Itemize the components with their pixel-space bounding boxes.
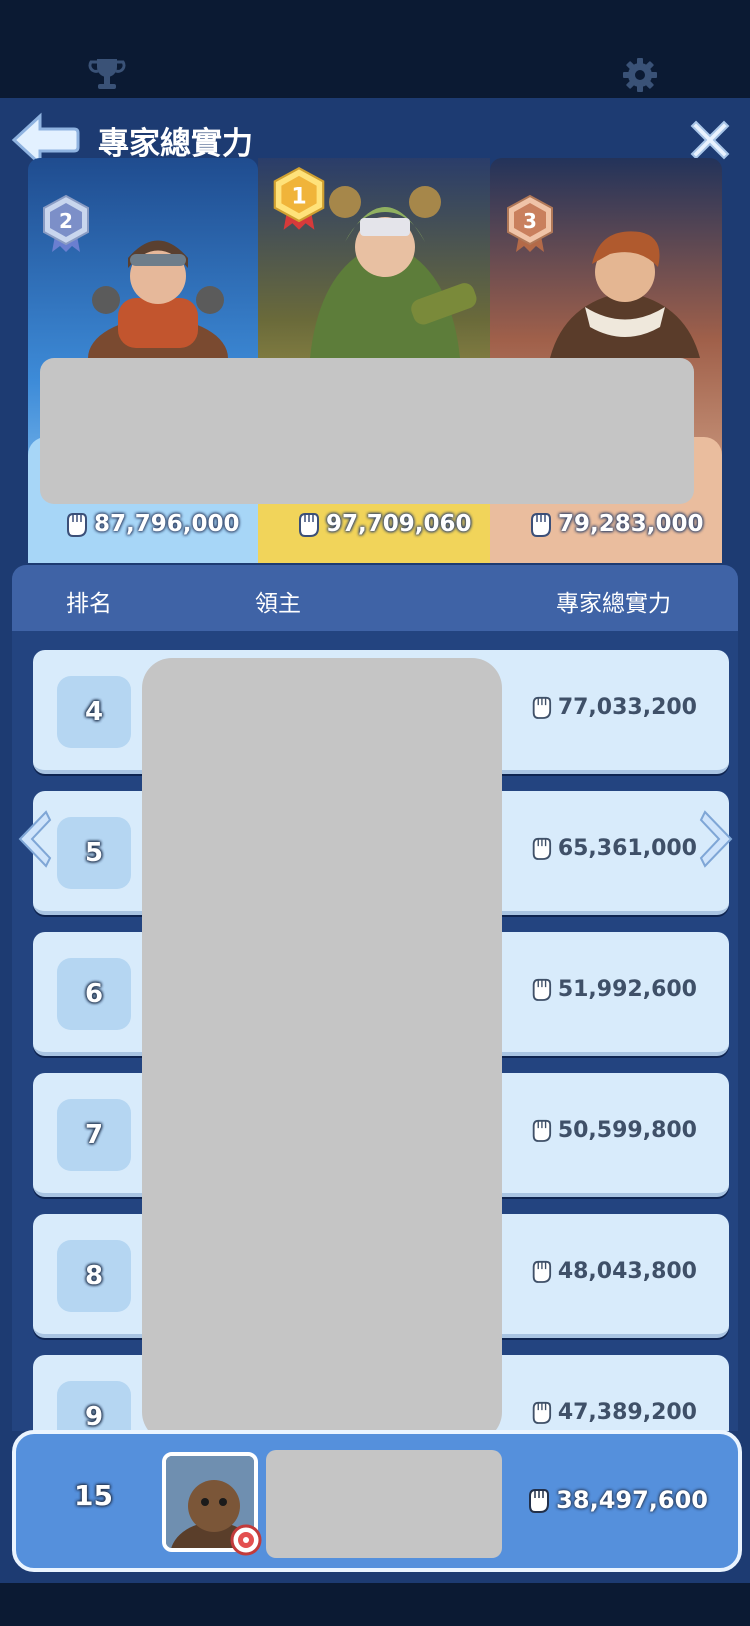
row-score-value: 77,033,200 [557, 694, 697, 720]
podium-first-score-value: 97,709,060 [326, 511, 472, 537]
fist-icon [532, 1401, 551, 1424]
redacted-my-name [266, 1450, 502, 1558]
row-score: 77,033,200 [530, 694, 697, 720]
fist-icon [67, 513, 87, 537]
podium-third-score: 79,283,000 [528, 506, 704, 542]
my-score-value: 38,497,600 [556, 1486, 708, 1514]
redacted-podium-names [40, 358, 694, 504]
rank-number: 9 [57, 1381, 131, 1431]
my-ranking-row[interactable]: 15 38,497,600 [12, 1430, 742, 1572]
medal-second-label: 2 [59, 209, 73, 233]
podium-second-score: 87,796,000 [64, 506, 240, 542]
fist-icon [532, 837, 551, 860]
podium-second-score-value: 87,796,000 [94, 511, 240, 537]
fist-icon [532, 696, 551, 719]
fist-icon [299, 513, 319, 537]
podium-third-score-value: 79,283,000 [558, 511, 704, 537]
chevron-right-icon[interactable] [697, 808, 739, 870]
row-score: 65,361,000 [530, 835, 697, 861]
medal-third-label: 3 [523, 209, 537, 233]
row-score: 50,599,800 [530, 1117, 697, 1143]
page-title: 專家總實力 [98, 126, 253, 162]
row-score-value: 48,043,800 [557, 1258, 697, 1284]
medal-first-label: 1 [291, 184, 306, 209]
redacted-lord-names [142, 658, 502, 1442]
medal-third-icon: 3 [507, 194, 553, 252]
fist-icon [532, 978, 551, 1001]
medal-second-icon: 2 [43, 194, 89, 252]
rank-number: 8 [57, 1240, 131, 1312]
rank-number: 7 [57, 1099, 131, 1171]
column-lord: 領主 [255, 591, 301, 617]
chevron-left-icon[interactable] [12, 808, 54, 870]
my-rank-number: 15 [74, 1479, 113, 1512]
column-power: 專家總實力 [556, 591, 671, 617]
hero-portrait-second [88, 240, 228, 358]
rank-number: 5 [57, 817, 131, 889]
column-header: 排名 領主 專家總實力 [12, 565, 738, 631]
fist-icon [532, 1260, 551, 1283]
close-icon[interactable] [688, 118, 732, 162]
my-score: 38,497,600 [526, 1486, 708, 1514]
trophy-icon[interactable] [87, 55, 127, 95]
fist-icon [531, 513, 551, 537]
fist-icon [532, 1119, 551, 1142]
row-score-value: 65,361,000 [557, 835, 697, 861]
target-icon [230, 1524, 262, 1556]
podium-first-score: 97,709,060 [296, 506, 472, 542]
medal-first-icon: 1 [273, 166, 325, 230]
row-score-value: 50,599,800 [557, 1117, 697, 1143]
row-score: 51,992,600 [530, 976, 697, 1002]
row-score: 47,389,200 [530, 1399, 697, 1425]
rank-number: 4 [57, 676, 131, 748]
row-score-value: 47,389,200 [557, 1399, 697, 1425]
fist-icon [529, 1489, 550, 1513]
hero-portrait-third [550, 231, 700, 358]
row-score: 48,043,800 [530, 1258, 697, 1284]
column-rank: 排名 [66, 591, 112, 617]
bottom-bar [0, 1583, 750, 1626]
rank-number: 6 [57, 958, 131, 1030]
row-score-value: 51,992,600 [557, 976, 697, 1002]
gear-icon[interactable] [620, 55, 660, 95]
